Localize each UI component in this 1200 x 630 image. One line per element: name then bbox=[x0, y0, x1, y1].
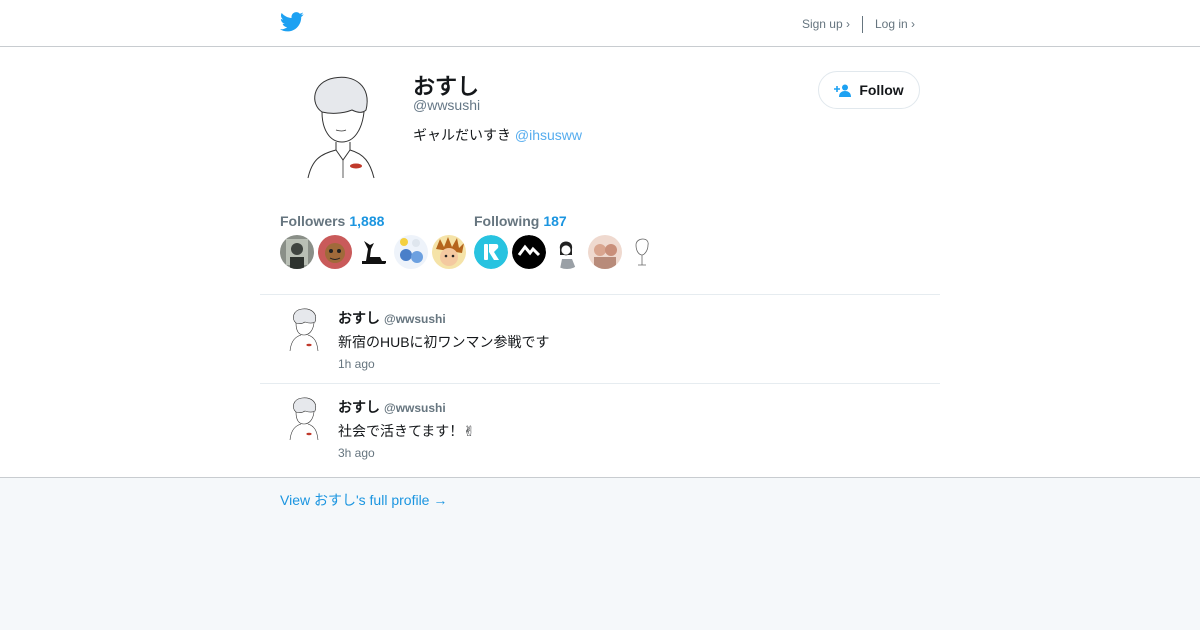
follow-button[interactable]: Follow bbox=[818, 71, 920, 109]
login-link[interactable]: Log in › bbox=[875, 17, 915, 31]
tweet-item[interactable]: おすし @wwsushi 社会で活きてます！✌ 3h ago bbox=[260, 384, 940, 473]
tweet-author-handle: @wwsushi bbox=[384, 401, 446, 415]
tweet-text: 社会で活きてます！✌ bbox=[338, 423, 476, 439]
profile-handle: @wwsushi bbox=[413, 97, 481, 113]
profile-bio: ギャルだいすき @ihsusww bbox=[413, 125, 582, 145]
view-full-profile-link[interactable]: View おすし's full profile → bbox=[280, 490, 447, 510]
follower-avatar[interactable] bbox=[318, 235, 352, 269]
bio-mention-link[interactable]: @ihsusww bbox=[515, 127, 582, 143]
tweet-item[interactable]: おすし @wwsushi 新宿のHUBに初ワンマン参戦です 1h ago bbox=[260, 295, 940, 384]
followers-label: Followers bbox=[280, 213, 346, 229]
tweet-author[interactable]: おすし @wwsushi bbox=[338, 308, 446, 328]
following-avatar[interactable] bbox=[512, 235, 546, 269]
following-stat[interactable]: Following 187 bbox=[474, 213, 567, 229]
twitter-bird-icon[interactable] bbox=[280, 11, 304, 33]
following-avatar[interactable] bbox=[550, 235, 584, 269]
follow-label: Follow bbox=[859, 82, 904, 98]
top-nav: Sign up › Log in › bbox=[802, 14, 915, 34]
footer: View おすし's full profile → bbox=[0, 477, 1200, 630]
tweet-author[interactable]: おすし @wwsushi bbox=[338, 397, 446, 417]
tweet-author-name: おすし bbox=[338, 399, 380, 415]
tweet-author-name: おすし bbox=[338, 310, 380, 326]
tweet-timestamp[interactable]: 3h ago bbox=[338, 446, 375, 460]
following-avatar[interactable] bbox=[474, 235, 508, 269]
nav-divider bbox=[861, 15, 863, 33]
follower-avatar[interactable] bbox=[280, 235, 314, 269]
tweet-author-handle: @wwsushi bbox=[384, 312, 446, 326]
following-count: 187 bbox=[543, 213, 567, 229]
profile-avatar[interactable] bbox=[296, 74, 386, 182]
following-label: Following bbox=[474, 213, 540, 229]
tweet-timestamp[interactable]: 1h ago bbox=[338, 357, 375, 371]
follower-avatar[interactable] bbox=[432, 235, 466, 269]
tweet-avatar[interactable] bbox=[287, 307, 321, 351]
signup-link[interactable]: Sign up › bbox=[802, 17, 850, 31]
following-avatar[interactable] bbox=[588, 235, 622, 269]
add-user-icon bbox=[834, 84, 852, 97]
follower-avatar[interactable] bbox=[394, 235, 428, 269]
followers-count: 1,888 bbox=[349, 213, 385, 229]
tweet-avatar[interactable] bbox=[287, 396, 321, 440]
top-bar: Sign up › Log in › bbox=[0, 0, 1200, 47]
bio-text: ギャルだいすき bbox=[413, 127, 515, 143]
follower-avatar[interactable] bbox=[356, 235, 390, 269]
followers-stat[interactable]: Followers 1,888 bbox=[280, 213, 384, 229]
tweet-text: 新宿のHUBに初ワンマン参戦です bbox=[338, 334, 550, 350]
following-avatar[interactable] bbox=[626, 235, 660, 269]
